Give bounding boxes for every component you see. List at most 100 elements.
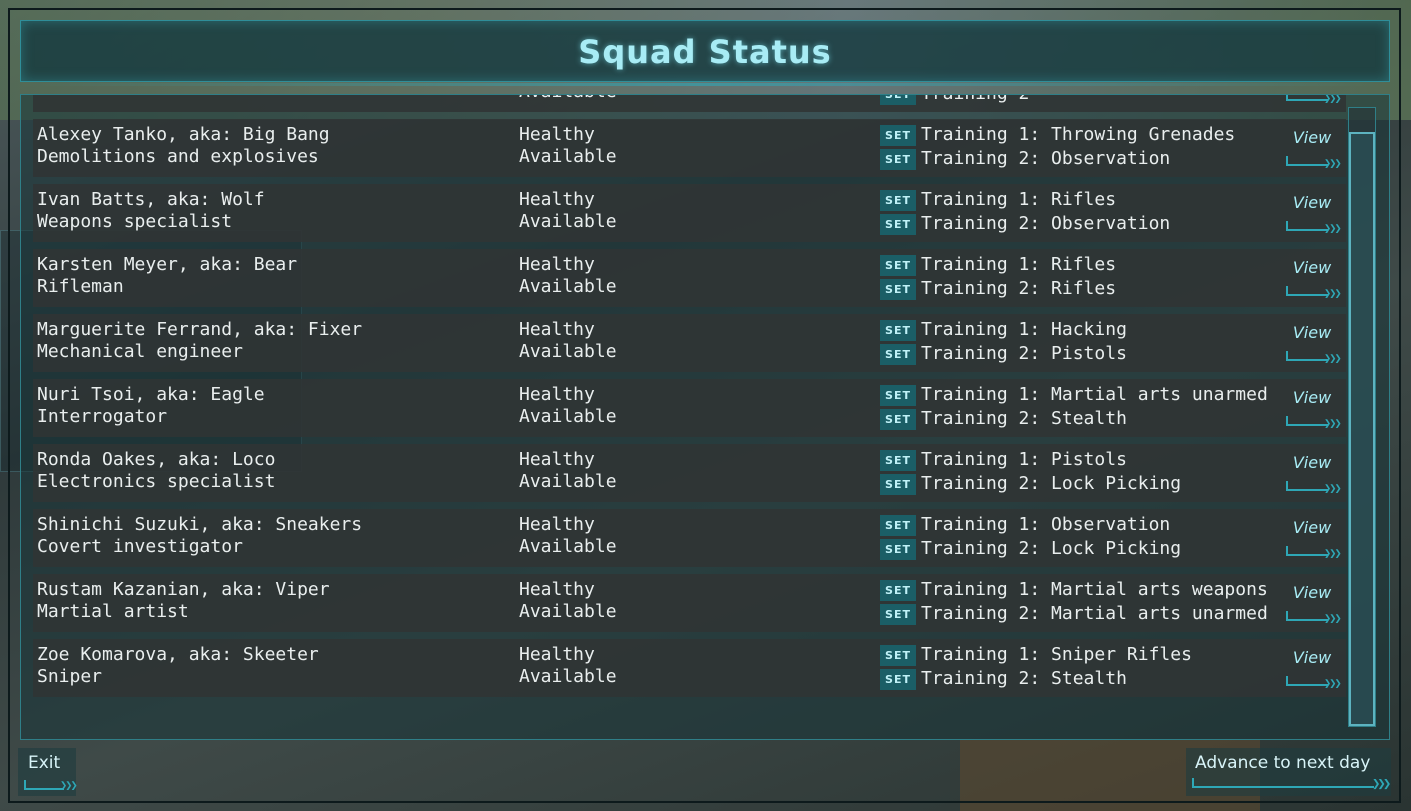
member-availability: Available xyxy=(519,666,617,687)
scrollbar-thumb[interactable] xyxy=(1349,132,1375,726)
exit-label: Exit xyxy=(28,753,61,773)
view-label: View xyxy=(1292,323,1332,342)
training-2-value: Training 2: Martial arts unarmed xyxy=(921,603,1268,624)
chevrons-icon: ❯❯❯ xyxy=(1324,156,1342,170)
chevrons-icon: ❯❯❯ xyxy=(1372,776,1391,792)
view-member-button[interactable]: View ❯❯❯ xyxy=(1282,256,1342,302)
exit-button[interactable]: Exit ❯❯❯ xyxy=(18,748,78,796)
set-training-1-button[interactable]: SET xyxy=(880,255,916,276)
button-underline xyxy=(1286,286,1328,296)
member-health: Healthy xyxy=(519,189,595,210)
training-2-value: Training 2: Pistols xyxy=(921,343,1127,364)
member-health: Healthy xyxy=(519,254,595,275)
view-member-button[interactable]: View ❯❯❯ xyxy=(1282,646,1342,692)
button-underline xyxy=(1286,416,1328,426)
training-1-value: Training 1: Rifles xyxy=(921,189,1117,210)
chevrons-icon: ❯❯❯ xyxy=(1324,481,1342,495)
set-training-1-button[interactable]: SET xyxy=(880,580,916,601)
chevrons-icon: ❯❯❯ xyxy=(1324,611,1342,625)
button-underline xyxy=(1286,546,1328,556)
button-underline xyxy=(1286,221,1328,231)
squad-member-row: Zoe Komarova, aka: Skeeter Sniper Health… xyxy=(33,639,1346,697)
member-name: Shinichi Suzuki, aka: Sneakers xyxy=(37,514,363,535)
member-name: Alexey Tanko, aka: Big Bang xyxy=(37,124,330,145)
member-name: Ronda Oakes, aka: Loco xyxy=(37,449,276,470)
view-member-button[interactable]: View ❯❯❯ xyxy=(1282,581,1342,627)
squad-list-panel: Commander, aka: Commander Healthy Availa… xyxy=(20,94,1390,740)
member-availability: Available xyxy=(519,146,617,167)
button-underline xyxy=(1286,676,1328,686)
member-availability: Available xyxy=(519,601,617,622)
squad-member-row: Ivan Batts, aka: Wolf Weapons specialist… xyxy=(33,184,1346,242)
button-underline xyxy=(1286,95,1328,101)
set-training-1-button[interactable]: SET xyxy=(880,190,916,211)
training-1-value: Training 1: Martial arts unarmed xyxy=(921,384,1268,405)
button-underline xyxy=(1286,156,1328,166)
set-training-1-button[interactable]: SET xyxy=(880,515,916,536)
squad-member-row: Rustam Kazanian, aka: Viper Martial arti… xyxy=(33,574,1346,632)
set-training-2-button[interactable]: SET xyxy=(880,344,916,365)
training-2-value: Training 2 xyxy=(921,95,1029,104)
view-member-button[interactable]: View ❯❯❯ xyxy=(1282,321,1342,367)
set-training-2-button[interactable]: SET xyxy=(880,95,916,105)
set-training-2-button[interactable]: SET xyxy=(880,279,916,300)
view-member-button[interactable]: View ❯❯❯ xyxy=(1282,451,1342,497)
member-name: Zoe Komarova, aka: Skeeter xyxy=(37,644,319,665)
training-1-value: Training 1: Observation xyxy=(921,514,1171,535)
view-label: View xyxy=(1292,648,1332,667)
member-availability: Available xyxy=(519,536,617,557)
squad-member-row: Karsten Meyer, aka: Bear Rifleman Health… xyxy=(33,249,1346,307)
set-training-2-button[interactable]: SET xyxy=(880,409,916,430)
training-2-value: Training 2: Observation xyxy=(921,213,1171,234)
set-training-1-button[interactable]: SET xyxy=(880,450,916,471)
training-2-value: Training 2: Observation xyxy=(921,148,1171,169)
set-training-2-button[interactable]: SET xyxy=(880,474,916,495)
set-training-1-button[interactable]: SET xyxy=(880,320,916,341)
view-member-button[interactable]: View ❯❯❯ xyxy=(1282,386,1342,432)
member-name: Ivan Batts, aka: Wolf xyxy=(37,189,265,210)
set-training-2-button[interactable]: SET xyxy=(880,149,916,170)
squad-member-row: Commander, aka: Commander Healthy Availa… xyxy=(33,94,1346,112)
member-name: Rustam Kazanian, aka: Viper xyxy=(37,579,330,600)
member-name: Karsten Meyer, aka: Bear xyxy=(37,254,298,275)
view-member-button[interactable]: View ❯❯❯ xyxy=(1282,94,1342,107)
set-training-1-button[interactable]: SET xyxy=(880,385,916,406)
chevrons-icon: ❯❯❯ xyxy=(1324,286,1342,300)
title-bar: Squad Status xyxy=(20,20,1390,86)
member-role: Rifleman xyxy=(37,276,124,297)
set-training-2-button[interactable]: SET xyxy=(880,604,916,625)
member-name: Nuri Tsoi, aka: Eagle xyxy=(37,384,265,405)
member-health: Healthy xyxy=(519,579,595,600)
view-label: View xyxy=(1292,193,1332,212)
view-member-button[interactable]: View ❯❯❯ xyxy=(1282,126,1342,172)
page-title: Squad Status xyxy=(578,33,832,71)
chevrons-icon: ❯❯❯ xyxy=(1324,676,1342,690)
view-label: View xyxy=(1292,518,1332,537)
training-2-value: Training 2: Stealth xyxy=(921,408,1127,429)
set-training-2-button[interactable]: SET xyxy=(880,539,916,560)
training-1-value: Training 1: Rifles xyxy=(921,254,1117,275)
set-training-2-button[interactable]: SET xyxy=(880,669,916,690)
advance-next-day-button[interactable]: Advance to next day ❯❯❯ xyxy=(1186,748,1391,796)
member-role: Demolitions and explosives xyxy=(37,146,319,167)
button-underline xyxy=(1286,611,1328,621)
chevrons-icon: ❯❯❯ xyxy=(1324,94,1342,105)
member-availability: Available xyxy=(519,471,617,492)
training-2-value: Training 2: Rifles xyxy=(921,278,1117,299)
set-training-2-button[interactable]: SET xyxy=(880,214,916,235)
training-2-value: Training 2: Lock Picking xyxy=(921,473,1182,494)
member-availability: Available xyxy=(519,406,617,427)
member-role: Weapons specialist xyxy=(37,211,233,232)
button-underline xyxy=(24,780,64,790)
training-2-value: Training 2: Lock Picking xyxy=(921,538,1182,559)
member-role: Covert investigator xyxy=(37,536,243,557)
view-member-button[interactable]: View ❯❯❯ xyxy=(1282,191,1342,237)
view-member-button[interactable]: View ❯❯❯ xyxy=(1282,516,1342,562)
member-role: Sniper xyxy=(37,666,103,687)
set-training-1-button[interactable]: SET xyxy=(880,645,916,666)
training-1-value: Training 1: Pistols xyxy=(921,449,1127,470)
member-role: Interrogator xyxy=(37,406,168,427)
button-underline xyxy=(1192,778,1374,788)
member-role: Martial artist xyxy=(37,601,189,622)
set-training-1-button[interactable]: SET xyxy=(880,125,916,146)
